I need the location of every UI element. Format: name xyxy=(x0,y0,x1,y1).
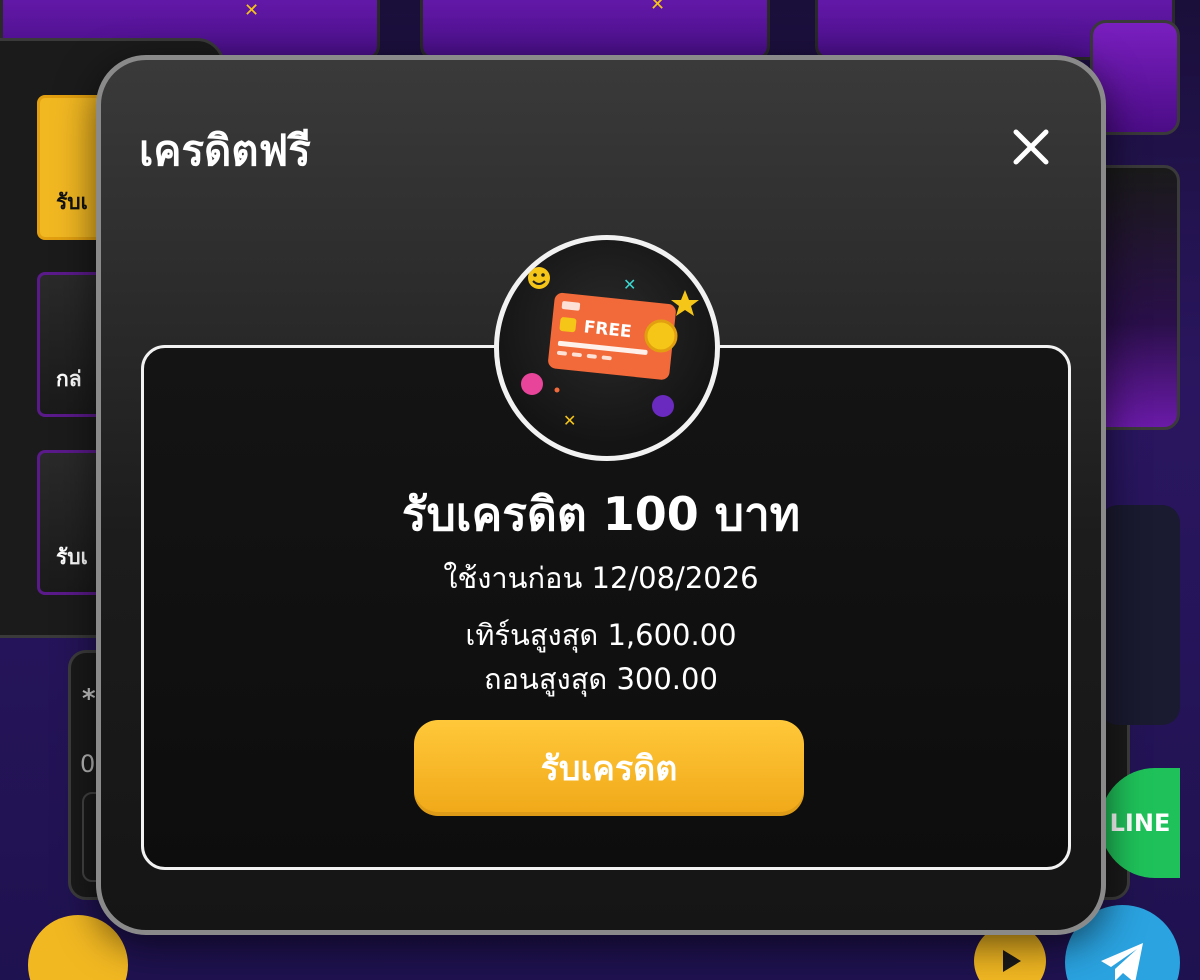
max-turnover-text: เทิร์นสูงสุด 1,600.00 xyxy=(465,618,737,652)
side-card-label: รับเ xyxy=(56,545,88,569)
offer-title: รับเครดิต 100 บาท xyxy=(401,487,801,541)
floating-button[interactable] xyxy=(28,915,128,980)
play-icon xyxy=(1003,950,1021,972)
line-label: LINE xyxy=(1109,809,1171,837)
telegram-icon xyxy=(1100,942,1143,980)
lower-panel-text: 0 xyxy=(80,750,96,778)
sparkle-icon: ✕ xyxy=(244,0,260,21)
side-card-label: รับเ xyxy=(56,190,88,214)
side-card-label: กล่ xyxy=(56,367,82,391)
close-icon xyxy=(1013,129,1049,165)
free-credit-badge: ✕ FREE ✕ xyxy=(494,235,720,461)
sparkle-icon: ✕ xyxy=(650,0,666,15)
svg-text:✕: ✕ xyxy=(563,411,576,430)
free-credit-card-icon: ✕ FREE ✕ xyxy=(521,267,699,430)
lower-panel-text: * xyxy=(82,684,96,714)
claim-credit-button[interactable]: รับเครดิต xyxy=(414,720,804,816)
top-tile[interactable] xyxy=(420,0,770,60)
svg-text:✕: ✕ xyxy=(623,275,636,294)
expiry-text: ใช้งานก่อน 12/08/2026 xyxy=(443,561,759,595)
close-button[interactable] xyxy=(1006,122,1056,172)
side-dark-panel xyxy=(1100,505,1180,725)
modal-title: เครดิตฟรี xyxy=(139,126,311,175)
free-credit-modal: เครดิตฟรี ✕ FREE ✕ รับเครดิต 100 บาท ใช้… xyxy=(96,55,1106,935)
max-withdraw-text: ถอนสูงสุด 300.00 xyxy=(484,662,718,696)
claim-credit-button-label: รับเครดิต xyxy=(540,749,678,789)
